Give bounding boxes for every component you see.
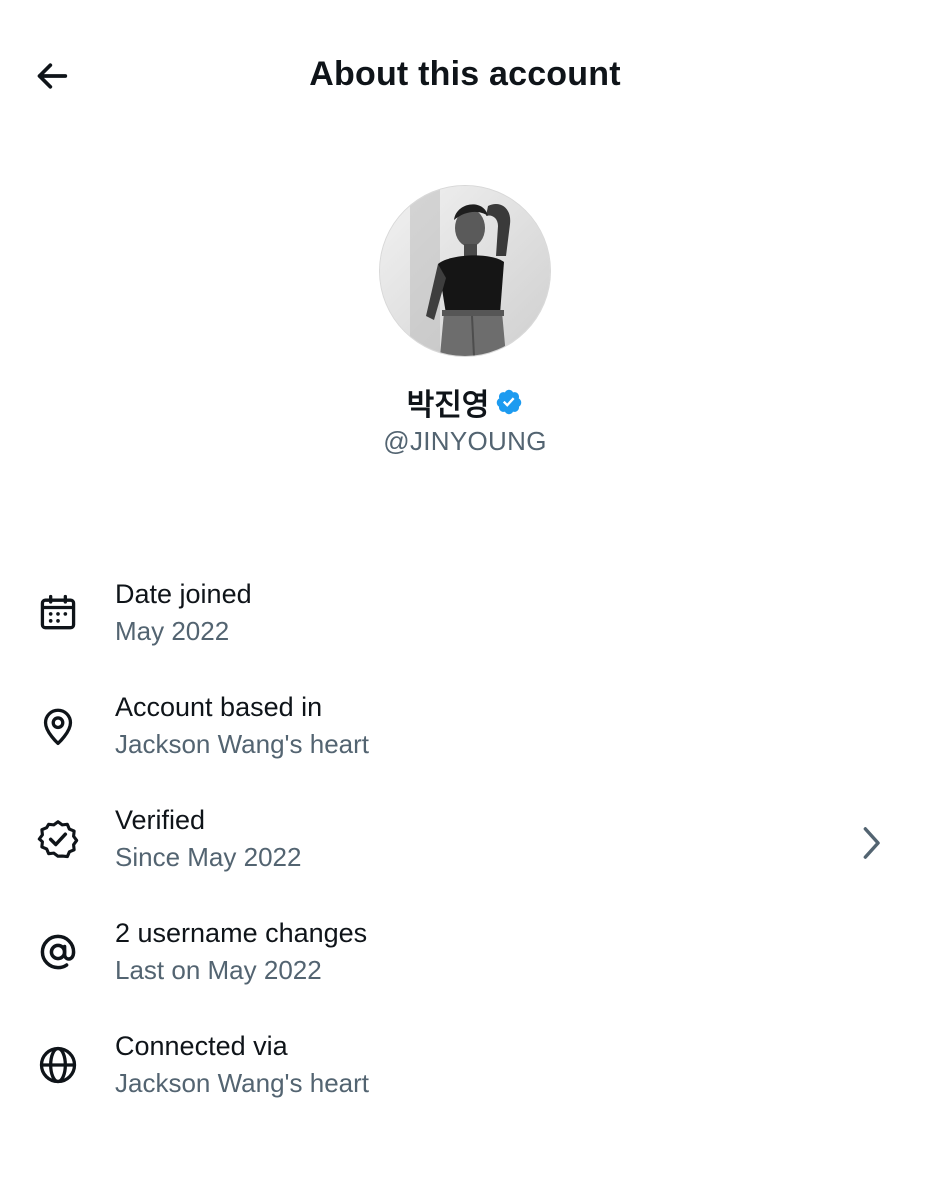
info-label: Account based in [115,692,323,722]
info-value: May 2022 [115,616,230,646]
info-label: Date joined [115,579,252,609]
info-label: Connected via [115,1031,288,1061]
username-handle: @JINYOUNG [383,426,547,456]
info-value: Jackson Wang's heart [115,729,370,759]
info-value: Since May 2022 [115,842,302,872]
info-value: Jackson Wang's heart [115,1068,370,1098]
info-label: 2 username changes [115,918,368,948]
location-pin-icon [43,708,73,746]
verified-badge-outline-icon [37,820,79,859]
calendar-icon [40,594,76,630]
profile-photo [380,186,550,356]
info-row-account-location: Account based in Jackson Wang's heart [0,680,930,793]
globe-icon [39,1046,77,1084]
page-title: About this account [309,55,621,93]
name-row: 박진영 [406,382,524,423]
profile-section: 박진영 @JINYOUNG [0,186,930,457]
avatar[interactable] [380,186,550,356]
info-row-verified[interactable]: Verified Since May 2022 [0,793,930,906]
info-row-date-joined: Date joined May 2022 [0,567,930,680]
info-row-connected-via: Connected via Jackson Wang's heart [0,1019,930,1132]
info-label: Verified [115,805,206,835]
header: About this account [0,0,930,150]
info-row-username-changes: 2 username changes Last on May 2022 [0,906,930,1019]
info-value: Last on May 2022 [115,955,322,985]
chevron-right-icon[interactable] [854,823,888,863]
at-sign-icon [40,934,76,970]
display-name: 박진영 [406,388,490,423]
account-info-list: Date joined May 2022 Account based in Ja… [0,567,930,1132]
verified-badge-icon [497,389,522,415]
